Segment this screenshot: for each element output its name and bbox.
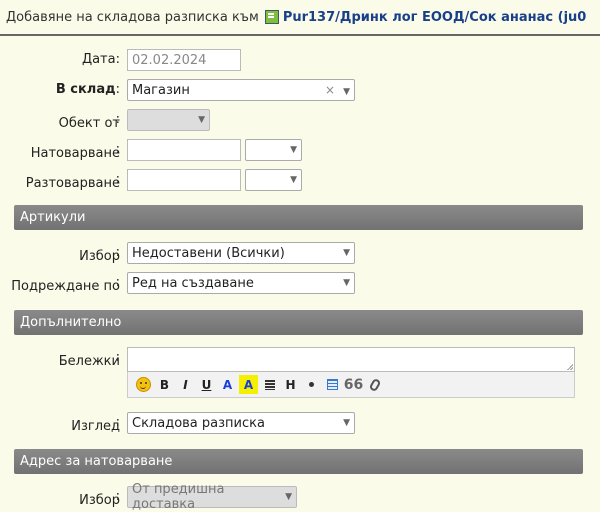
view-label-cell: Изглед: <box>0 411 120 435</box>
chevron-down-icon: ▼ <box>290 145 297 155</box>
loading-date-input[interactable] <box>127 139 241 161</box>
object-select[interactable]: ▼ <box>127 109 210 131</box>
unloading-label: Разтоварване: <box>25 172 120 191</box>
address-choice-select[interactable]: От предишна доставка ▼ <box>127 482 297 512</box>
rich-text-toolbar: B I U A A H 66 <box>127 372 575 398</box>
text-color-button[interactable]: A <box>218 375 237 394</box>
chevron-down-icon: ▼ <box>343 86 350 97</box>
attach-button[interactable] <box>365 375 384 394</box>
emoji-button[interactable] <box>134 375 153 394</box>
section-address: Адрес за натоварване <box>14 449 583 474</box>
document-icon <box>264 10 279 24</box>
chevron-down-icon: ▼ <box>290 175 297 185</box>
window-titlebar: Добавяне на складова разписка към Pur137… <box>0 0 600 36</box>
address-choice-value: От предишна доставка <box>132 482 225 512</box>
unloading-date-input[interactable] <box>127 169 241 191</box>
choice-label-cell: Избор: <box>0 241 120 265</box>
quote-icon: 66 <box>343 376 364 393</box>
order-select[interactable]: Ред на създаване ▼ <box>127 272 355 294</box>
date-label: Дата: <box>81 52 120 67</box>
view-select[interactable]: Складова разписка ▼ <box>127 412 355 434</box>
resize-handle-icon[interactable] <box>567 364 573 370</box>
chevron-down-icon: ▼ <box>343 278 350 288</box>
smiley-icon <box>136 377 151 392</box>
loading-label: Натоварване: <box>30 142 120 161</box>
align-button[interactable] <box>260 375 279 394</box>
loading-label-cell: Натоварване: <box>0 138 120 162</box>
table-icon <box>327 379 338 390</box>
warehouse-value: Магазин <box>132 82 190 98</box>
view-value: Складова разписка <box>132 415 265 431</box>
view-label: Изглед: <box>71 415 120 434</box>
align-icon <box>264 379 275 390</box>
address-choice-label-cell: Избор: <box>0 485 120 509</box>
section-additional: Допълнително <box>14 310 583 335</box>
articles-choice-value: Недоставени (Всички) <box>132 245 285 261</box>
highlight-button[interactable]: A <box>239 375 258 394</box>
paperclip-icon <box>368 377 381 392</box>
chevron-down-icon: ▼ <box>343 418 350 428</box>
address-choice-label: Избор: <box>79 489 120 508</box>
bold-button[interactable]: B <box>155 375 174 394</box>
italic-button[interactable]: I <box>176 375 195 394</box>
bullet-list-button[interactable] <box>302 375 321 394</box>
purchase-link[interactable]: Pur137/Дринк лог ЕООД/Сок ананас (ju0 <box>283 10 587 25</box>
order-label: Подреждане по: <box>11 275 120 294</box>
object-label-cell: Обект от: <box>0 108 120 132</box>
chevron-down-icon: ▼ <box>285 492 292 502</box>
order-label-cell: Подреждане по: <box>0 271 120 295</box>
warehouse-label-cell: В склад: <box>0 78 120 102</box>
articles-choice-select[interactable]: Недоставени (Всички) ▼ <box>127 242 355 264</box>
chevron-down-icon: ▼ <box>343 248 350 258</box>
clear-icon[interactable]: × <box>325 83 335 97</box>
heading-button[interactable]: H <box>281 375 300 394</box>
chevron-down-icon: ▼ <box>198 115 205 125</box>
underline-button[interactable]: U <box>197 375 216 394</box>
unloading-label-cell: Разтоварване: <box>0 168 120 192</box>
loading-time-select[interactable]: ▼ <box>245 139 302 161</box>
warehouse-label: В склад: <box>55 82 120 97</box>
section-articles: Артикули <box>14 205 583 230</box>
notes-label-cell: Бележки: <box>0 346 120 370</box>
page-title: Добавяне на складова разписка към <box>6 9 259 25</box>
table-button[interactable] <box>323 375 342 394</box>
object-label: Обект от: <box>58 112 120 131</box>
order-value: Ред на създаване <box>132 275 254 291</box>
bullet-icon <box>309 382 314 387</box>
warehouse-select[interactable]: Магазин × ▼ <box>127 79 355 101</box>
notes-label: Бележки: <box>58 350 120 369</box>
quote-button[interactable]: 66 <box>344 375 363 394</box>
date-label-cell: Дата: <box>0 48 120 72</box>
notes-textarea[interactable] <box>127 347 575 372</box>
choice-label: Избор: <box>79 245 120 264</box>
date-input[interactable]: 02.02.2024 <box>127 49 241 71</box>
unloading-time-select[interactable]: ▼ <box>245 169 302 191</box>
